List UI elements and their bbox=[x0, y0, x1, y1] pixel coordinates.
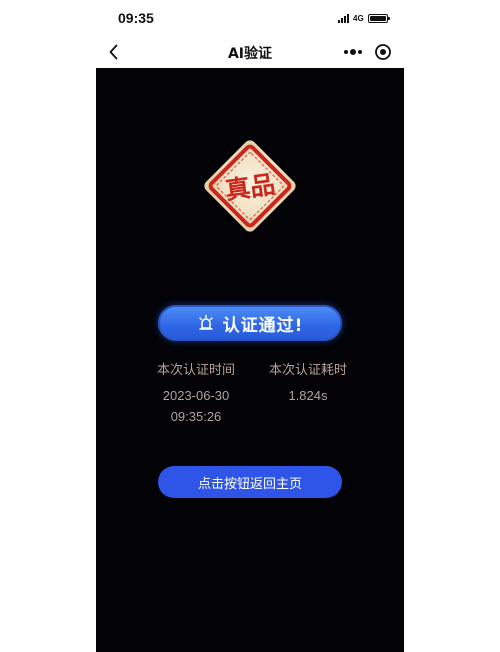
result-text: 认证通过! bbox=[222, 315, 304, 336]
verification-result-panel: 真品 认证通过! 本次认证时间 2023-06-30 09:35:26 本次认证… bbox=[96, 68, 404, 652]
alarm-light-icon bbox=[198, 314, 213, 330]
nav-bar: AI验证 bbox=[96, 36, 404, 68]
target-circle-icon bbox=[375, 44, 391, 60]
status-bar: 09:35 4G bbox=[0, 0, 500, 36]
more-button[interactable] bbox=[342, 44, 364, 60]
verification-duration-label: 本次认证耗时 bbox=[268, 363, 347, 378]
verification-passed-badge: 认证通过! bbox=[158, 305, 342, 341]
close-miniprogram-button[interactable] bbox=[374, 43, 392, 61]
return-home-button[interactable]: 点击按钮返回主页 bbox=[158, 466, 342, 498]
verification-time-label: 本次认证时间 bbox=[156, 363, 235, 378]
verification-duration-info: 本次认证耗时 1.824s bbox=[253, 362, 363, 406]
battery-icon bbox=[367, 13, 390, 23]
verification-duration-value: 1.824s bbox=[288, 388, 328, 403]
verification-time-info: 本次认证时间 2023-06-30 09:35:26 bbox=[141, 362, 251, 427]
network-label: 4G bbox=[353, 13, 364, 23]
status-time: 09:35 bbox=[118, 10, 154, 26]
verification-clock: 09:35:26 bbox=[170, 409, 222, 424]
verification-date: 2023-06-30 bbox=[162, 388, 230, 403]
signal-icon bbox=[338, 13, 349, 23]
more-dots-icon bbox=[344, 49, 362, 55]
status-indicators: 4G bbox=[338, 12, 390, 24]
authentic-stamp: 真品 bbox=[204, 140, 296, 232]
verification-time-value: 2023-06-30 09:35:26 bbox=[141, 385, 251, 427]
